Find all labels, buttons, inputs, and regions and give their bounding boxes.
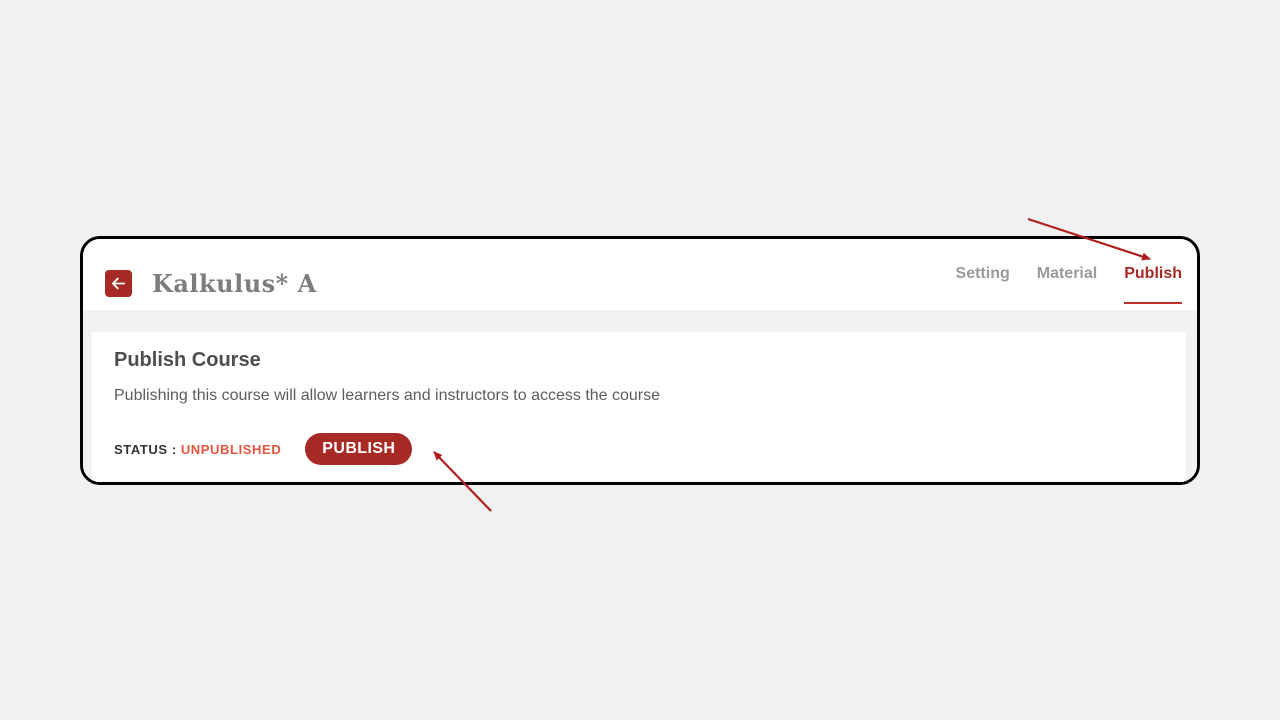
app-window: Kalkulus* A Setting Material Publish Pub… [80, 236, 1200, 485]
course-title: Kalkulus* A [152, 269, 317, 298]
section-title: Publish Course [114, 349, 261, 371]
status-row: STATUS : UNPUBLISHED PUBLISH [114, 433, 413, 465]
top-bar: Kalkulus* A Setting Material Publish [83, 239, 1197, 310]
arrow-left-icon [111, 277, 126, 290]
content-area: Publish Course Publishing this course wi… [83, 310, 1197, 482]
back-button[interactable] [105, 270, 132, 297]
tab-publish[interactable]: Publish [1124, 265, 1182, 304]
tab-material[interactable]: Material [1037, 265, 1097, 304]
tab-bar: Setting Material Publish [956, 265, 1182, 304]
publish-course-card: Publish Course Publishing this course wi… [92, 332, 1186, 482]
status-label: STATUS : [114, 441, 177, 457]
status-badge: UNPUBLISHED [180, 441, 282, 457]
tab-setting[interactable]: Setting [956, 265, 1010, 304]
section-description: Publishing this course will allow learne… [114, 387, 661, 404]
publish-button[interactable]: PUBLISH [305, 433, 413, 465]
